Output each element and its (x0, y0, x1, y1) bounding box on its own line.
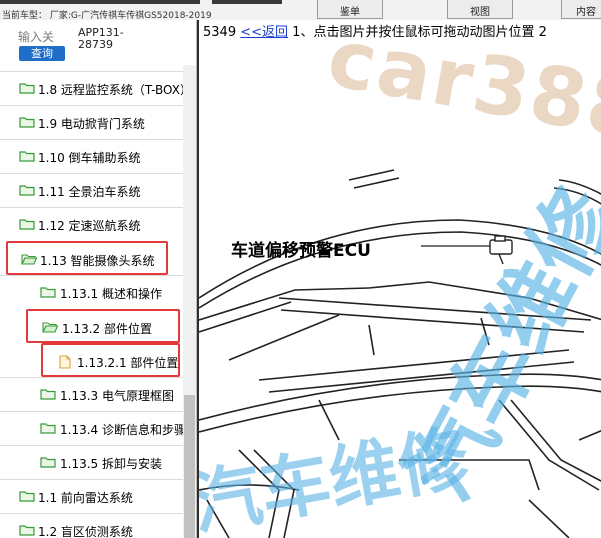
component-location-diagram[interactable] (199, 20, 601, 538)
tree-item-label: 1.8 远程监控系统（T-BOX） (38, 83, 183, 97)
instruction-text: 1、点击图片并按住鼠标可拖动动图片位置 2 (292, 25, 547, 40)
tree-item[interactable]: 1.13 智能摄像头系统 (6, 241, 168, 275)
toolbar-shadow (0, 0, 200, 4)
tree-item[interactable]: 1.13.1 概述和操作 (0, 275, 183, 309)
tree-item-label: 1.2 盲区侦测系统 (38, 525, 133, 538)
document-button[interactable]: 鉴单 (317, 0, 383, 19)
content-button[interactable]: 内容 (561, 0, 601, 19)
content-header: 5349 <<返回 1、点击图片并按住鼠标可拖动动图片位置 2 (203, 21, 547, 40)
document-button-label: 鉴单 (340, 7, 360, 18)
tree-item-label: 1.13 智能摄像头系统 (40, 254, 155, 268)
sidebar-tree: 查询 APP131-28739 1.8 远程监控系统（T-BOX） 1.9 电动掀… (0, 20, 197, 538)
tree-item[interactable]: 1.8 远程监控系统（T-BOX） (0, 71, 183, 105)
folder-icon (19, 150, 35, 162)
folder-icon (40, 388, 56, 400)
tree-item-label: 1.13.3 电气原理框图 (60, 389, 174, 403)
folder-open-icon (42, 321, 58, 333)
tree-item[interactable]: 1.13.5 拆卸与安装 (0, 445, 183, 479)
tree-item[interactable]: 1.2 盲区侦测系统 (0, 513, 183, 538)
tree-item[interactable]: 1.10 倒车辅助系统 (0, 139, 183, 173)
folder-icon (19, 218, 35, 230)
folder-icon (19, 116, 35, 128)
tree-item-label: 1.12 定速巡航系统 (38, 219, 141, 233)
document-id: 5349 (203, 25, 237, 40)
tree-item[interactable]: 1.1 前向雷达系统 (0, 479, 183, 513)
folder-icon (40, 422, 56, 434)
content-button-label: 内容 (576, 7, 596, 18)
folder-icon (40, 286, 56, 298)
folder-icon (19, 82, 35, 94)
view-button[interactable]: 视图 (447, 0, 513, 19)
tree-item[interactable]: 1.13.2 部件位置 (26, 309, 180, 343)
search-input[interactable] (18, 30, 70, 44)
folder-icon (40, 456, 56, 468)
top-toolbar: 当前车型： 厂家:G-广汽传祺车传祺GS52018-2019 鉴单 视图 内容 (0, 0, 601, 21)
lane-departure-ecu-label: 车道偏移预警ECU (231, 241, 371, 261)
tree-item[interactable]: 1.11 全景泊车系统 (0, 173, 183, 207)
tree-item-label: 1.11 全景泊车系统 (38, 185, 141, 199)
search-row: 查询 APP131-28739 (0, 20, 196, 66)
app-code: APP131-28739 (78, 26, 124, 51)
tree-item-label: 1.13.1 概述和操作 (60, 287, 162, 301)
tree-item-label: 1.13.4 诊断信息和步骤 (60, 423, 183, 437)
tree-item-label: 1.13.2 部件位置 (62, 322, 152, 336)
folder-icon (19, 490, 35, 502)
folder-open-icon (21, 253, 37, 265)
file-icon (59, 355, 75, 369)
tree-item-label: 1.10 倒车辅助系统 (38, 151, 141, 165)
back-link[interactable]: <<返回 (240, 25, 288, 40)
folder-icon (19, 184, 35, 196)
toolbar-shadow (212, 0, 282, 4)
tree-item-label: 1.9 电动掀背门系统 (38, 117, 145, 131)
scrollbar-thumb[interactable] (184, 395, 195, 538)
search-button[interactable]: 查询 (19, 46, 65, 61)
tree-item-label: 1.1 前向雷达系统 (38, 491, 133, 505)
tree-item[interactable]: 1.9 电动掀背门系统 (0, 105, 183, 139)
tree-item[interactable]: 1.13.4 诊断信息和步骤 (0, 411, 183, 445)
tree-item-label: 1.13.5 拆卸与安装 (60, 457, 162, 471)
tree-item-label: 1.13.2.1 部件位置 (77, 356, 179, 370)
content-pane: car388 汽车维修 汽车维修 5349 <<返回 1、点击图片并按住鼠标可拖… (197, 20, 601, 538)
view-button-label: 视图 (470, 7, 490, 18)
tree-item[interactable]: 1.12 定速巡航系统 (0, 207, 183, 241)
folder-icon (19, 524, 35, 536)
sidebar-scrollbar[interactable] (183, 65, 196, 538)
tree-item[interactable]: 1.13.2.1 部件位置 (41, 343, 180, 377)
tree-item[interactable]: 1.13.3 电气原理框图 (0, 377, 183, 411)
